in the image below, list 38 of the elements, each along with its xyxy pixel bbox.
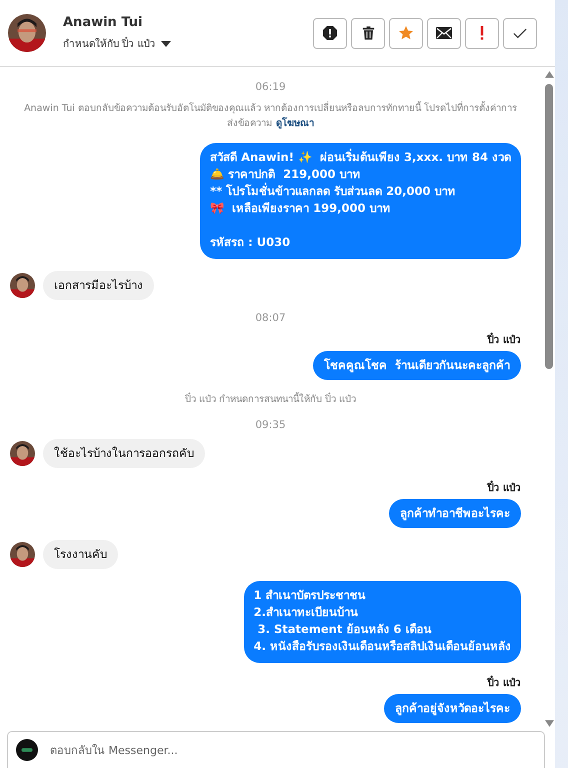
done-button[interactable]	[503, 18, 537, 48]
incoming-message: ใช้อะไรบ้างในการออกรถคับ	[43, 439, 205, 468]
mail-button[interactable]	[427, 18, 461, 48]
star-button[interactable]	[389, 18, 423, 48]
caret-icon[interactable]	[161, 40, 172, 46]
timestamp: 08:07	[254, 312, 287, 324]
exclamation-icon	[480, 26, 484, 40]
system-notice: Anawin Tui ตอบกลับข้อความต้อนรับอัตโนมัติของคุณแล้ว หากต้องการเปลี่ยนหรือลบการทักทายนี้ โปรดไปที่การตั้งค่าการส่งข้อความ ดูโฆษณา	[23, 101, 518, 131]
sender-name: ปิ๋ว แป๋ว	[488, 480, 521, 495]
incoming-message: เอกสารมีอะไรบ้าง	[43, 271, 154, 300]
reply-field[interactable]: ตอบกลับใน Messenger...	[48, 742, 536, 758]
timestamp: 09:35	[254, 419, 287, 431]
timestamp: 06:19	[254, 81, 287, 93]
page-logo-icon	[16, 739, 38, 761]
outgoing-message: ลูกค้าทำอาชีพอะไรคะ	[389, 499, 521, 528]
system-notice: ปิ๋ว แป๋ว กำหนดการสนทนานี้ให้กับ ปิ๋ว แป๋ว	[184, 392, 358, 407]
outgoing-message: ลูกค้าอยู่จังหวัดอะไรคะ	[384, 694, 521, 723]
scroll-up-icon[interactable]	[544, 71, 554, 78]
trash-icon	[360, 25, 376, 41]
assignee-label: กำหนดให้กับ ปิ๋ว แป๋ว	[63, 36, 156, 51]
outgoing-message: 1 สำเนาบัตรประชาชน 2.สำเนาทะเบียนบ้าน 3. Statement ย้อนหลัง 6 เดือน 4. หนังสือรับรองเงินเดือนหรือสลิปเงินเดือนย้อนหลัง	[244, 581, 521, 663]
outgoing-message: โชคคูณโชค ร้านเดียวกันนะคะลูกค้า	[312, 351, 521, 380]
checkmark-icon	[513, 28, 527, 38]
spam-button[interactable]	[313, 18, 347, 48]
envelope-icon	[436, 27, 452, 39]
important-button[interactable]	[465, 18, 499, 48]
octagon-alert-icon	[322, 25, 338, 41]
link[interactable]: ดูโฆษณา	[276, 118, 314, 129]
scrollbar-thumb[interactable]	[545, 84, 553, 369]
sender-name: ปิ๋ว แป๋ว	[488, 332, 521, 347]
star-icon	[398, 25, 414, 41]
sender-name: ปิ๋ว แป๋ว	[488, 675, 521, 690]
outgoing-message: สวัสดี Anawin! ✨ ผ่อนเริ่มต้นเพียง 3,xxx. บาท 84 งวด 🛎 ราคาปกติ 219,000 บาท ** โปรโมชั่นข้าวแลกลด รับส่วนลด 20,000 บาท 🎀 เหลือเพียงราคา 199,000 บาท รหัสรถ : U030	[200, 143, 521, 259]
scroll-down-icon[interactable]	[544, 720, 554, 727]
incoming-message: โรงงานคับ	[43, 540, 118, 569]
trash-button[interactable]	[351, 18, 385, 48]
reply-box[interactable]: ตอบกลับใน Messenger...	[7, 731, 545, 768]
contact-name: Anawin Tui	[63, 15, 144, 30]
